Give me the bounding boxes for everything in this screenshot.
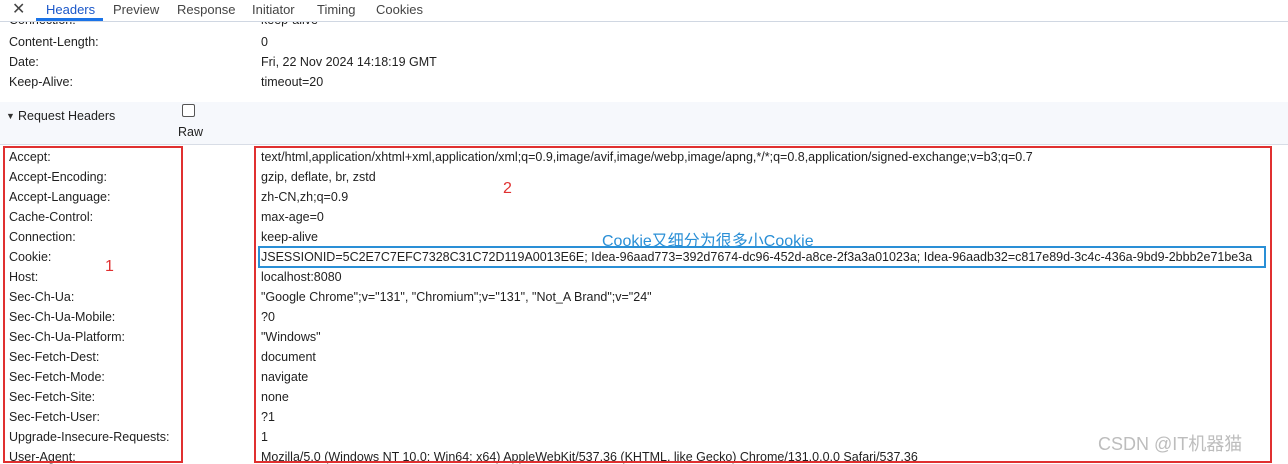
annotation-box-values xyxy=(254,146,1272,463)
section-divider xyxy=(0,144,1288,145)
tab-response[interactable]: Response xyxy=(177,2,236,17)
annotation-box-names xyxy=(3,146,183,463)
watermark: CSDN @IT机器猫 xyxy=(1098,434,1243,454)
tab-timing[interactable]: Timing xyxy=(317,2,356,17)
header-name: Content-Length: xyxy=(9,35,99,49)
annotation-label-2: 2 xyxy=(503,180,512,197)
tab-cookies[interactable]: Cookies xyxy=(376,2,423,17)
active-tab-indicator xyxy=(36,18,103,21)
close-icon[interactable]: ✕ xyxy=(12,0,25,19)
section-title[interactable]: Request Headers xyxy=(18,109,115,123)
annotation-cookie-note: Cookie又细分为很多小Cookie xyxy=(602,233,814,250)
tab-initiator[interactable]: Initiator xyxy=(252,2,295,17)
header-name: Date: xyxy=(9,55,39,69)
collapse-triangle-icon[interactable]: ▼ xyxy=(6,111,15,121)
header-value: 0 xyxy=(261,35,268,49)
annotation-label-1: 1 xyxy=(105,258,114,275)
header-value: timeout=20 xyxy=(261,75,324,89)
tab-preview[interactable]: Preview xyxy=(113,2,159,17)
header-name: Keep-Alive: xyxy=(9,75,73,89)
tab-bar-overlay: ✕ Headers Preview Response Initiator Tim… xyxy=(0,0,1288,22)
tab-headers[interactable]: Headers xyxy=(46,2,95,17)
header-value: Fri, 22 Nov 2024 14:18:19 GMT xyxy=(261,55,437,69)
raw-label: Raw xyxy=(178,125,204,139)
raw-checkbox[interactable] xyxy=(182,104,195,117)
